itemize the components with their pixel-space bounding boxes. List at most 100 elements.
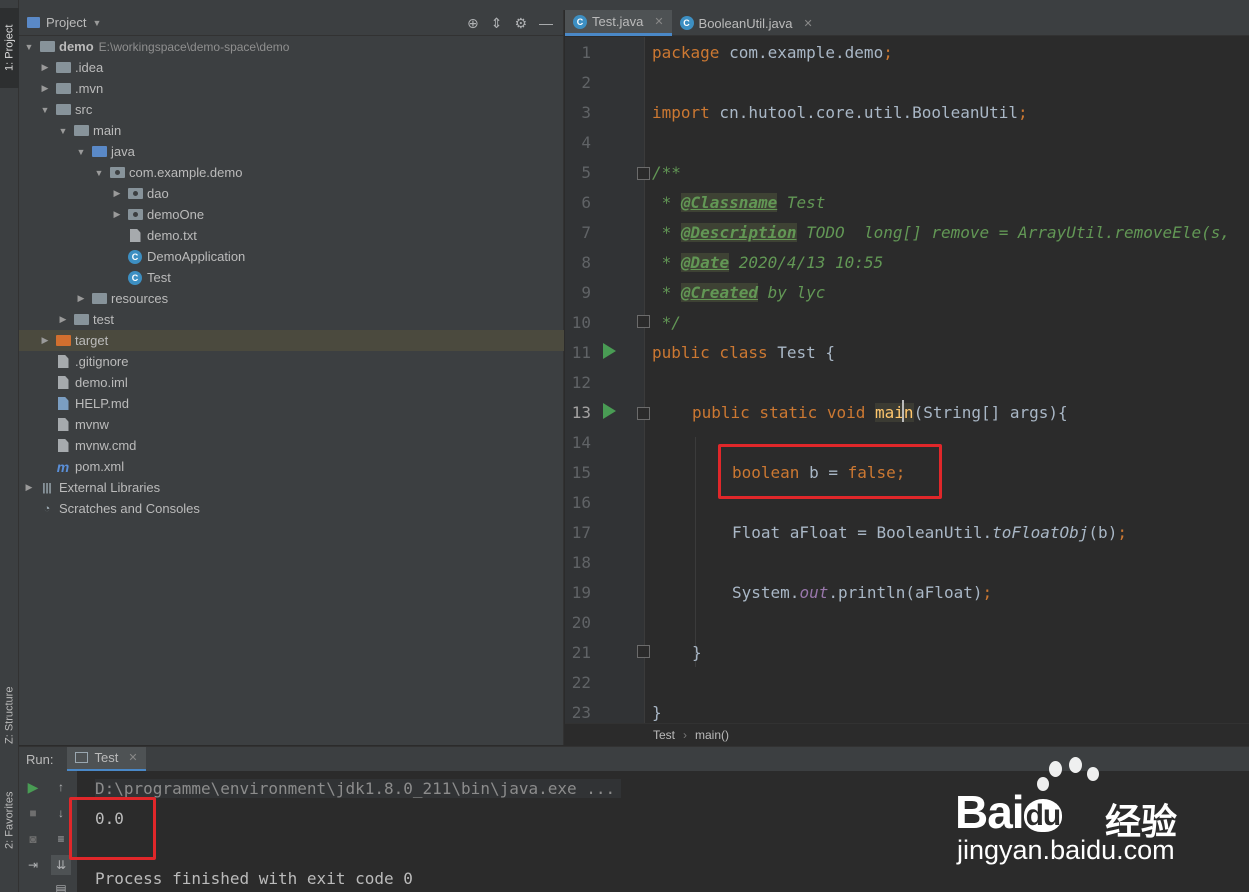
tab-label: BooleanUtil.java	[698, 15, 793, 31]
tree-item-label: External Libraries	[59, 480, 161, 495]
structure-tool-tab[interactable]: Z: Structure	[0, 680, 19, 750]
close-icon[interactable]: ✕	[128, 751, 137, 764]
project-view-selector[interactable]: Project	[46, 15, 86, 30]
tree-item-label: .mvn	[75, 81, 104, 96]
line-number: 8	[581, 253, 591, 272]
scroll-to-end-icon[interactable]: ⇊	[51, 855, 71, 875]
fold-icon[interactable]	[637, 645, 650, 658]
tab-test-java[interactable]: C Test.java ✕	[565, 10, 672, 36]
tree-item-package[interactable]: ▼ com.example.demo	[19, 162, 564, 183]
print-icon[interactable]: ▤	[51, 879, 71, 892]
markdown-file-icon	[57, 397, 69, 410]
fold-icon[interactable]	[637, 315, 650, 328]
collapsed-arrow-icon[interactable]: ▶	[111, 188, 123, 199]
rerun-icon[interactable]: ▶	[23, 777, 43, 797]
tree-item-resources[interactable]: ▶ resources	[19, 288, 564, 309]
tree-item-label: test	[93, 312, 114, 327]
breadcrumb-class[interactable]: Test	[653, 728, 675, 742]
left-tool-stripe: 1: Project Z: Structure 2: Favorites	[0, 0, 19, 892]
file-icon	[57, 418, 69, 431]
java-class-icon: C	[128, 270, 142, 285]
hide-panel-icon[interactable]: —	[539, 15, 553, 32]
code-line-19: System.out.println(aFloat);	[732, 583, 993, 602]
locate-icon[interactable]: ⊕	[467, 15, 479, 32]
java-class-icon: C	[679, 16, 694, 30]
text-file-icon	[129, 229, 141, 242]
run-main-icon[interactable]	[603, 403, 616, 419]
tree-item-idea[interactable]: ▶ .idea	[19, 57, 564, 78]
tree-item-mvn[interactable]: ▶ .mvn	[19, 78, 564, 99]
tree-item-demoapplication[interactable]: C DemoApplication	[19, 246, 564, 267]
tree-item-main[interactable]: ▼ main	[19, 120, 564, 141]
code-line-6: * @Classname Test	[652, 193, 826, 212]
expand-arrow-icon[interactable]: ▼	[75, 147, 87, 157]
tree-item-label: Test	[147, 270, 171, 285]
arrow-down-icon[interactable]: ↓	[51, 803, 71, 823]
soft-wrap-icon[interactable]: ≡	[51, 829, 71, 849]
folder-icon	[73, 125, 89, 136]
tree-item-src[interactable]: ▼ src	[19, 99, 564, 120]
expand-arrow-icon[interactable]: ▼	[39, 105, 51, 115]
library-icon: |||	[42, 481, 52, 494]
favorites-tool-tab[interactable]: 2: Favorites	[0, 780, 19, 860]
line-number: 18	[571, 553, 591, 572]
expand-arrow-icon[interactable]: ▼	[93, 168, 105, 178]
package-icon	[109, 167, 125, 178]
tab-booleanutil-java[interactable]: C BooleanUtil.java ✕	[672, 10, 821, 36]
close-icon[interactable]: ✕	[654, 15, 663, 28]
gear-icon[interactable]: ⚙	[514, 15, 527, 32]
tree-item-gitignore[interactable]: .gitignore	[19, 351, 564, 372]
package-icon	[127, 188, 143, 199]
folder-icon	[55, 83, 71, 94]
collapsed-arrow-icon[interactable]: ▶	[23, 482, 35, 493]
chevron-down-icon[interactable]: ▼	[92, 18, 101, 28]
collapsed-arrow-icon[interactable]: ▶	[57, 314, 69, 325]
project-tool-tab[interactable]: 1: Project	[0, 8, 19, 88]
breadcrumb-method[interactable]: main()	[695, 728, 729, 742]
collapsed-arrow-icon[interactable]: ▶	[111, 209, 123, 220]
login-icon[interactable]: ⇥	[23, 855, 43, 875]
tree-item-target[interactable]: ▶ target	[19, 330, 564, 351]
console-exit-message: Process finished with exit code 0	[95, 869, 413, 888]
line-number: 13	[571, 403, 591, 422]
collapsed-arrow-icon[interactable]: ▶	[75, 293, 87, 304]
line-number: 2	[581, 73, 591, 92]
collapsed-arrow-icon[interactable]: ▶	[39, 83, 51, 94]
tree-item-external-libraries[interactable]: ▶ ||| External Libraries	[19, 477, 564, 498]
collapsed-arrow-icon[interactable]: ▶	[39, 335, 51, 346]
tree-item-java[interactable]: ▼ java	[19, 141, 564, 162]
resources-folder-icon	[91, 293, 107, 304]
fold-icon[interactable]	[637, 167, 650, 180]
expand-arrow-icon[interactable]: ▼	[57, 126, 69, 136]
fold-icon[interactable]	[637, 407, 650, 420]
tree-item-demo-txt[interactable]: demo.txt	[19, 225, 564, 246]
tree-item-test-class[interactable]: C Test	[19, 267, 564, 288]
code-line-10: */	[652, 313, 681, 332]
tree-item-pom-xml[interactable]: m pom.xml	[19, 456, 564, 477]
run-tab-test[interactable]: Test ✕	[67, 746, 146, 772]
tree-item-demo-iml[interactable]: demo.iml	[19, 372, 564, 393]
tree-item-help-md[interactable]: HELP.md	[19, 393, 564, 414]
collapse-all-icon[interactable]: ⇕	[491, 15, 503, 32]
stop-icon[interactable]: ■	[23, 803, 43, 823]
camera-icon[interactable]: ◙	[23, 829, 43, 849]
close-icon[interactable]: ✕	[803, 17, 812, 30]
tree-item-mvnw-cmd[interactable]: mvnw.cmd	[19, 435, 564, 456]
tree-item-scratches[interactable]: ◔ Scratches and Consoles	[19, 498, 564, 519]
code-editor[interactable]: 1 2 3 4 5 6 7 8 9 10 11 12 13 14 15 16 1…	[565, 37, 1249, 723]
tree-item-test-folder[interactable]: ▶ test	[19, 309, 564, 330]
arrow-up-icon[interactable]: ↑	[51, 777, 71, 797]
code-line-11: public class Test {	[652, 343, 836, 362]
expand-arrow-icon[interactable]: ▼	[23, 42, 35, 52]
tree-item-mvnw[interactable]: mvnw	[19, 414, 564, 435]
line-number: 15	[571, 463, 591, 482]
text-caret	[902, 400, 904, 422]
tree-item-demoone[interactable]: ▶ demoOne	[19, 204, 564, 225]
tree-item-demo[interactable]: ▼ demo E:\workingspace\demo-space\demo	[19, 36, 564, 57]
line-number: 19	[571, 583, 591, 602]
tree-item-dao[interactable]: ▶ dao	[19, 183, 564, 204]
run-class-icon[interactable]	[603, 343, 616, 359]
collapsed-arrow-icon[interactable]: ▶	[39, 62, 51, 73]
line-number: 16	[571, 493, 591, 512]
watermark-brand: Baidu	[955, 786, 1063, 838]
